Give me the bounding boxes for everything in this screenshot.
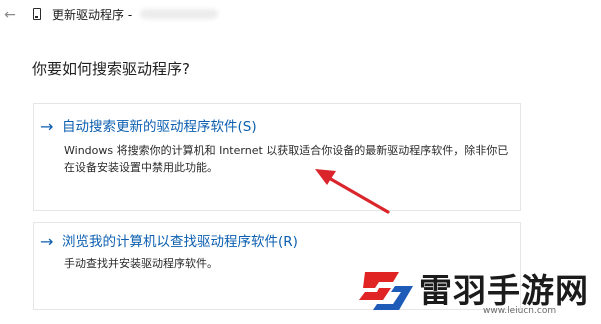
browse-computer-title[interactable]: 浏览我的计算机以查找驱动程序软件(R): [62, 233, 298, 251]
option-header: → 自动搜索更新的驱动程序软件(S): [40, 118, 257, 136]
window-title: 更新驱动程序 -: [52, 8, 133, 22]
device-icon: [33, 8, 41, 20]
auto-search-option[interactable]: → 自动搜索更新的驱动程序软件(S) Windows 将搜索你的计算机和 Int…: [33, 103, 521, 211]
arrow-left-icon: ←: [4, 7, 16, 23]
option-header: → 浏览我的计算机以查找驱动程序软件(R): [40, 233, 298, 251]
back-button[interactable]: ←: [2, 7, 18, 23]
watermark-url: www.leiucn.com: [483, 306, 557, 316]
arrow-right-icon: →: [40, 232, 54, 251]
red-annotation-arrow: [315, 169, 390, 214]
blurred-device-name: [140, 9, 218, 19]
watermark-brand: 雷羽手游网: [419, 271, 589, 310]
auto-search-description: Windows 将搜索你的计算机和 Internet 以获取适合你设备的最新驱动…: [64, 144, 509, 174]
arrow-right-icon: →: [40, 117, 54, 136]
auto-search-title[interactable]: 自动搜索更新的驱动程序软件(S): [62, 118, 257, 136]
watermark: 雷羽手游网 www.leiucn.com: [355, 262, 599, 322]
watermark-logo-icon: [359, 272, 413, 310]
title-bar: ← 更新驱动程序 -: [0, 0, 601, 32]
page-heading: 你要如何搜索驱动程序?: [32, 60, 190, 78]
